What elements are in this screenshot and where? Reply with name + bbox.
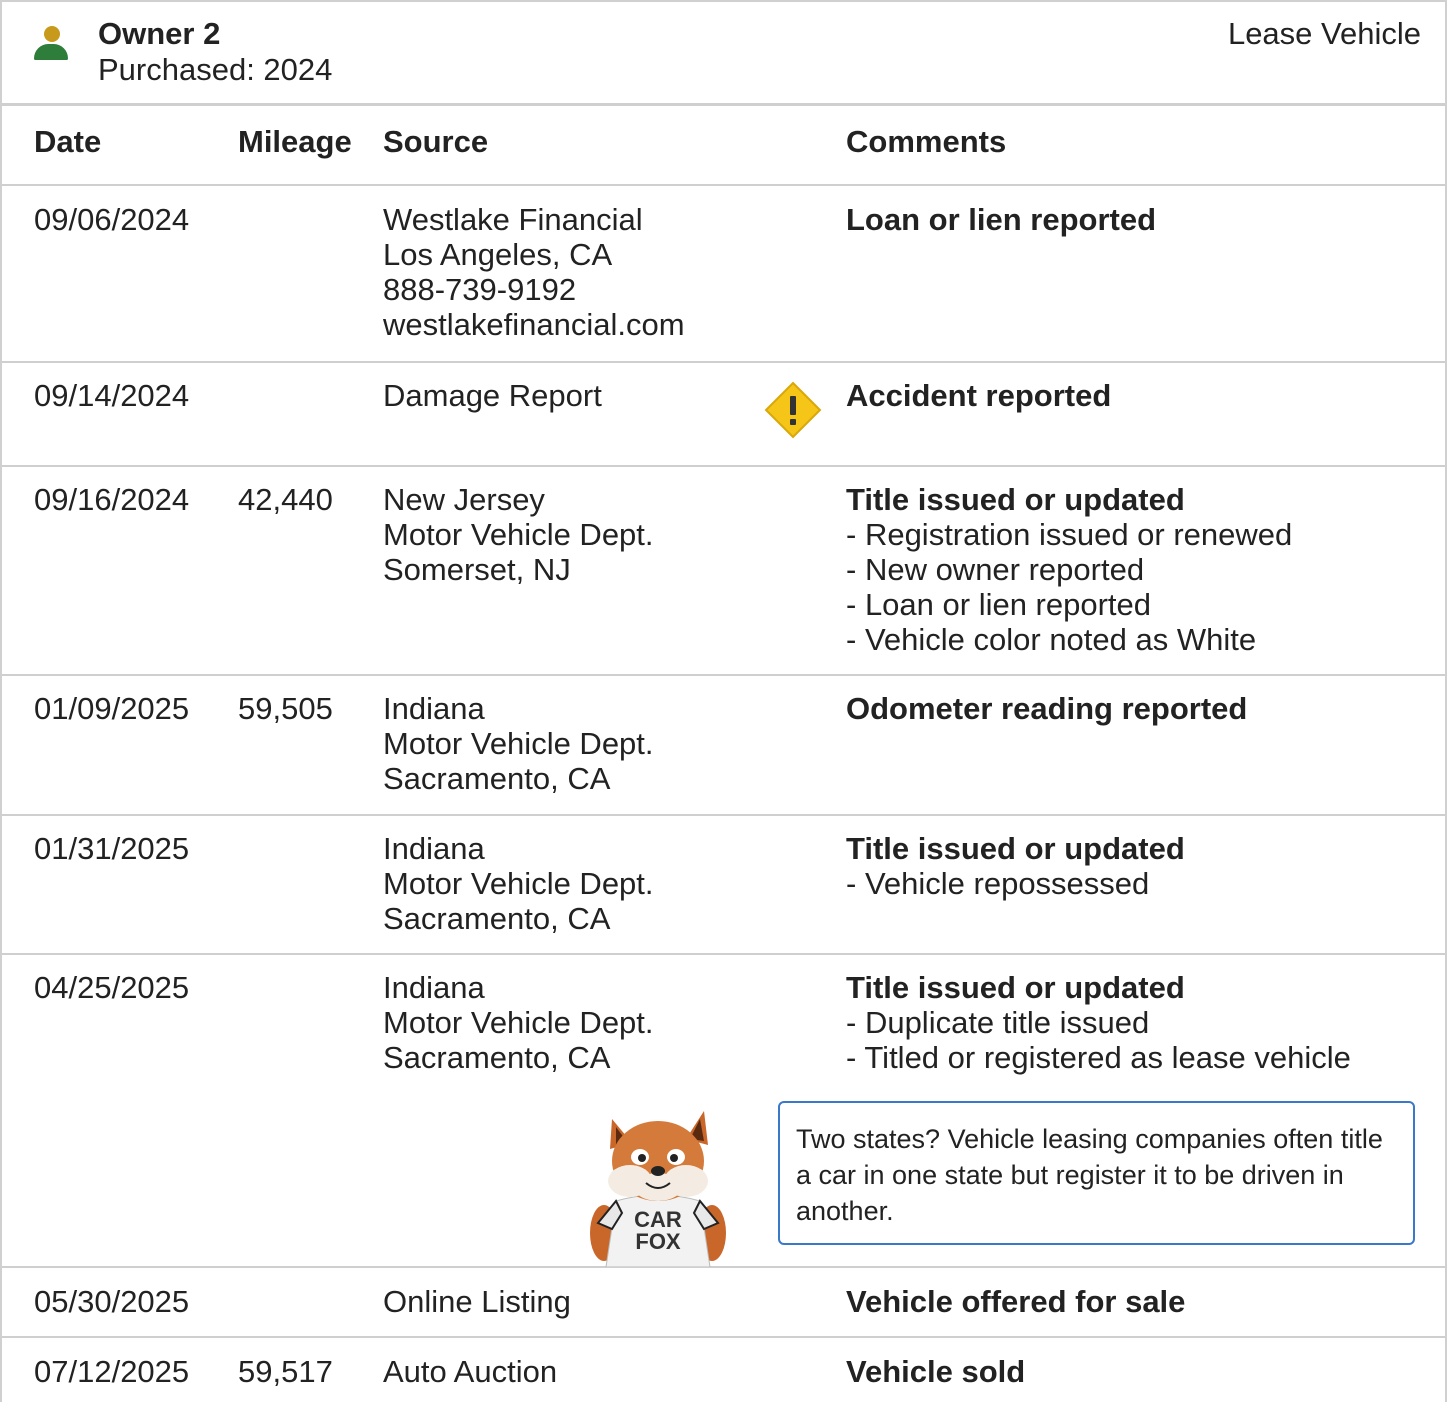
ownership-history-card: Owner 2 Purchased: 2024 Lease Vehicle Da… (0, 0, 1447, 1402)
source-link[interactable]: westlakefinancial.com (383, 307, 685, 342)
comment-detail: New owner reported (846, 552, 1292, 587)
record-source: Auto Auction (383, 1354, 557, 1389)
record-date: 01/09/2025 (34, 691, 190, 726)
record-source: Indiana Motor Vehicle Dept. Sacramento, … (383, 970, 654, 1075)
comment-title: Loan or lien reported (846, 202, 1157, 237)
table-row: 09/14/2024 Damage Report Accident report… (2, 363, 1445, 467)
carfox-mascot-icon: CAR FOX (590, 1111, 726, 1267)
record-date: 09/16/2024 (34, 482, 190, 517)
table-row: 09/16/2024 42,440 New Jersey Motor Vehic… (2, 467, 1445, 676)
comment-title: Title issued or updated (846, 970, 1185, 1005)
comment-detail: Vehicle color noted as White (846, 622, 1292, 657)
comment-title: Accident reported (846, 378, 1112, 413)
record-date: 07/12/2025 (34, 1354, 190, 1389)
record-comments: Vehicle offered for sale (846, 1284, 1185, 1319)
record-comments: Accident reported (846, 378, 1111, 413)
source-line: Motor Vehicle Dept. (383, 517, 654, 552)
record-mileage: 42,440 (238, 482, 333, 517)
source-line: Somerset, NJ (383, 552, 571, 587)
table-header: Date Mileage Source Comments (2, 106, 1445, 186)
record-comments: Loan or lien reported (846, 202, 1156, 237)
source-line: Sacramento, CA (383, 1040, 611, 1075)
table-row: 04/25/2025 Indiana Motor Vehicle Dept. S… (2, 955, 1445, 1268)
record-source: Online Listing (383, 1284, 571, 1319)
comment-detail: Loan or lien reported (846, 587, 1292, 622)
record-source: Westlake Financial Los Angeles, CA 888-7… (383, 202, 685, 342)
source-line: New Jersey (383, 482, 545, 517)
source-line: 888-739-9192 (383, 272, 577, 307)
source-line: Los Angeles, CA (383, 237, 613, 272)
source-line: Sacramento, CA (383, 901, 611, 936)
column-mileage: Mileage (238, 124, 352, 159)
owner-header: Owner 2 Purchased: 2024 Lease Vehicle (2, 2, 1445, 104)
record-comments: Vehicle sold (846, 1354, 1025, 1389)
warning-icon (764, 381, 822, 439)
record-date: 05/30/2025 (34, 1284, 190, 1319)
column-comments: Comments (846, 124, 1007, 159)
table-row: 09/06/2024 Westlake Financial Los Angele… (2, 186, 1445, 363)
source-line: Indiana (383, 831, 485, 866)
record-source: Indiana Motor Vehicle Dept. Sacramento, … (383, 831, 654, 936)
record-comments: Title issued or updated Vehicle reposses… (846, 831, 1185, 901)
table-row: 07/12/2025 59,517 Auto Auction Vehicle s… (2, 1338, 1445, 1402)
owner-purchased: Purchased: 2024 (98, 52, 333, 87)
source-line: Online Listing (383, 1284, 571, 1319)
table-row: 05/30/2025 Online Listing Vehicle offere… (2, 1268, 1445, 1338)
comment-title: Vehicle sold (846, 1354, 1026, 1389)
comment-title: Vehicle offered for sale (846, 1284, 1186, 1319)
leasing-tip-callout: Two states? Vehicle leasing companies of… (778, 1101, 1415, 1245)
comment-detail: Registration issued or renewed (846, 517, 1292, 552)
record-date: 09/06/2024 (34, 202, 190, 237)
record-source: Indiana Motor Vehicle Dept. Sacramento, … (383, 691, 654, 796)
column-source: Source (383, 124, 489, 159)
comment-detail: Vehicle repossessed (846, 866, 1185, 901)
source-line: Indiana (383, 691, 485, 726)
source-line: Indiana (383, 970, 485, 1005)
person-icon (32, 26, 72, 62)
tip-text: Two states? Vehicle leasing companies of… (796, 1124, 1383, 1226)
record-source: New Jersey Motor Vehicle Dept. Somerset,… (383, 482, 654, 587)
source-line: Auto Auction (383, 1354, 558, 1389)
comment-title: Odometer reading reported (846, 691, 1248, 726)
source-line: Westlake Financial (383, 202, 643, 237)
record-comments: Title issued or updated Registration iss… (846, 482, 1292, 657)
comment-detail: Duplicate title issued (846, 1005, 1351, 1040)
record-comments: Title issued or updated Duplicate title … (846, 970, 1351, 1075)
source-line: Motor Vehicle Dept. (383, 726, 654, 761)
comment-title: Title issued or updated (846, 482, 1185, 517)
record-mileage: 59,505 (238, 691, 333, 726)
record-comments: Odometer reading reported (846, 691, 1247, 726)
column-date: Date (34, 124, 102, 159)
record-date: 04/25/2025 (34, 970, 190, 1005)
comment-detail: Titled or registered as lease vehicle (846, 1040, 1350, 1075)
record-date: 09/14/2024 (34, 378, 190, 413)
source-line: Damage Report (383, 378, 602, 413)
owner-title: Owner 2 (98, 16, 221, 51)
table-row: 01/09/2025 59,505 Indiana Motor Vehicle … (2, 676, 1445, 816)
source-line: Sacramento, CA (383, 761, 611, 796)
record-source: Damage Report (383, 378, 602, 413)
record-date: 01/31/2025 (34, 831, 190, 866)
source-line: Motor Vehicle Dept. (383, 866, 654, 901)
vehicle-type-label: Lease Vehicle (1227, 16, 1421, 51)
record-mileage: 59,517 (238, 1354, 333, 1389)
table-row: 01/31/2025 Indiana Motor Vehicle Dept. S… (2, 816, 1445, 955)
source-line: Motor Vehicle Dept. (383, 1005, 654, 1040)
svg-text:FOX: FOX (635, 1229, 681, 1254)
comment-title: Title issued or updated (846, 831, 1185, 866)
